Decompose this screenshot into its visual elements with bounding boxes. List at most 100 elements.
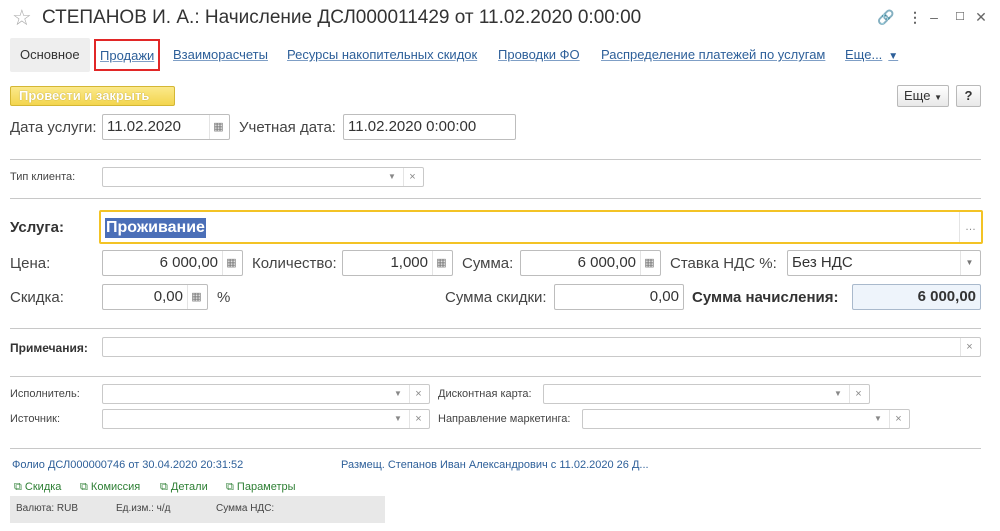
discount-card-label: Дисконтная карта: bbox=[438, 388, 532, 400]
price-value: 6 000,00 bbox=[159, 254, 218, 271]
open-link-icon: ⧉ bbox=[160, 481, 168, 493]
marketing-field[interactable]: ▼ × bbox=[582, 409, 910, 429]
details-action[interactable]: ⧉ Детали bbox=[160, 480, 208, 494]
close-icon[interactable]: ✕ bbox=[971, 8, 991, 26]
source-field[interactable]: ▼ × bbox=[102, 409, 430, 429]
discount-label: Скидка: bbox=[10, 289, 64, 306]
tab-more[interactable]: Еще... ▼ bbox=[845, 38, 898, 72]
account-date-field[interactable]: 11.02.2020 0:00:00 bbox=[343, 114, 516, 140]
divider bbox=[10, 448, 981, 449]
discount-action[interactable]: ⧉ Скидка bbox=[14, 480, 61, 494]
tab-settlements[interactable]: Взаиморасчеты bbox=[173, 38, 268, 72]
tab-payment-distribution[interactable]: Распределение платежей по услугам bbox=[601, 38, 825, 72]
open-link-icon: ⧉ bbox=[14, 481, 22, 493]
executor-field[interactable]: ▼ × bbox=[102, 384, 430, 404]
discount-value: 0,00 bbox=[153, 288, 183, 305]
source-label: Источник: bbox=[10, 413, 61, 425]
tab-main[interactable]: Основное bbox=[10, 38, 90, 72]
dropdown-arrow-icon[interactable]: ▼ bbox=[869, 410, 887, 428]
vat-sum-info: Сумма НДС: bbox=[216, 503, 275, 514]
quantity-value: 1,000 bbox=[390, 254, 428, 271]
client-type-field[interactable]: ▼ × bbox=[102, 167, 424, 187]
maximize-icon[interactable]: ☐ bbox=[950, 8, 970, 26]
discount-action-label: Скидка bbox=[24, 481, 62, 493]
select-icon[interactable]: … bbox=[959, 212, 981, 242]
open-link-icon: ⧉ bbox=[226, 481, 234, 493]
open-link-icon: ⧉ bbox=[80, 481, 88, 493]
price-label: Цена: bbox=[10, 255, 51, 272]
more-button[interactable]: Еще ▼ bbox=[897, 85, 949, 107]
sum-field[interactable]: 6 000,00 ▦ bbox=[520, 250, 661, 276]
discount-unit: % bbox=[217, 289, 231, 306]
tab-sales[interactable]: Продажи bbox=[94, 39, 161, 71]
favorite-star-icon[interactable]: ☆ bbox=[12, 6, 32, 30]
vat-rate-value: Без НДС bbox=[792, 254, 853, 271]
placement-link[interactable]: Размещ. Степанов Иван Александрович с 11… bbox=[341, 458, 649, 472]
service-date-label: Дата услуги: bbox=[10, 119, 97, 136]
tab-discount-resources[interactable]: Ресурсы накопительных скидок bbox=[287, 38, 477, 72]
notes-label: Примечания: bbox=[10, 341, 88, 355]
commission-action-label: Комиссия bbox=[90, 481, 141, 493]
window-title: СТЕПАНОВ И. А.: Начисление ДСЛ000011429 … bbox=[42, 7, 642, 28]
footer-info-bar: Валюта: RUB Ед.изм.: ч/д Сумма НДС: bbox=[10, 496, 385, 523]
client-type-label: Тип клиента: bbox=[10, 171, 76, 183]
more-button-label: Еще bbox=[904, 88, 931, 103]
sum-value: 6 000,00 bbox=[577, 254, 636, 271]
parameters-action-label: Параметры bbox=[236, 481, 296, 493]
calculator-icon[interactable]: ▦ bbox=[187, 285, 205, 309]
quantity-label: Количество: bbox=[252, 255, 337, 272]
dropdown-arrow-icon[interactable]: ▼ bbox=[383, 168, 401, 186]
dropdown-arrow-icon[interactable]: ▼ bbox=[389, 385, 407, 403]
marketing-label: Направление маркетинга: bbox=[438, 413, 571, 425]
account-date-label: Учетная дата: bbox=[239, 119, 336, 136]
discount-sum-field[interactable]: 0,00 bbox=[554, 284, 684, 310]
charge-sum-label: Сумма начисления: bbox=[692, 289, 839, 306]
quantity-field[interactable]: 1,000 ▦ bbox=[342, 250, 453, 276]
help-button[interactable]: ? bbox=[956, 85, 981, 107]
notes-field[interactable]: × bbox=[102, 337, 981, 357]
discount-sum-label: Сумма скидки: bbox=[445, 289, 547, 306]
vat-rate-label: Ставка НДС %: bbox=[670, 255, 777, 272]
clear-icon[interactable]: × bbox=[409, 385, 427, 403]
divider bbox=[10, 376, 981, 377]
service-value: Проживание bbox=[105, 218, 206, 238]
discount-field[interactable]: 0,00 ▦ bbox=[102, 284, 208, 310]
unit-info: Ед.изм.: ч/д bbox=[116, 503, 171, 514]
parameters-action[interactable]: ⧉ Параметры bbox=[226, 480, 296, 494]
currency-info: Валюта: RUB bbox=[16, 503, 79, 514]
executor-label: Исполнитель: bbox=[10, 388, 80, 400]
divider bbox=[10, 198, 981, 199]
more-vertical-icon[interactable]: ⋮ bbox=[905, 8, 925, 26]
details-action-label: Детали bbox=[170, 481, 208, 493]
calculator-icon[interactable]: ▦ bbox=[640, 251, 658, 275]
service-field[interactable]: Проживание … bbox=[99, 210, 983, 244]
clear-icon[interactable]: × bbox=[889, 410, 907, 428]
minimize-icon[interactable]: – bbox=[924, 8, 944, 26]
clear-icon[interactable]: × bbox=[849, 385, 867, 403]
discount-card-field[interactable]: ▼ × bbox=[543, 384, 870, 404]
price-field[interactable]: 6 000,00 ▦ bbox=[102, 250, 243, 276]
dropdown-arrow-icon[interactable]: ▼ bbox=[960, 251, 978, 275]
folio-link[interactable]: Фолио ДСЛ000000746 от 30.04.2020 20:31:5… bbox=[12, 458, 243, 472]
divider bbox=[10, 159, 981, 160]
service-date-value: 11.02.2020 bbox=[107, 118, 181, 135]
calculator-icon[interactable]: ▦ bbox=[222, 251, 240, 275]
calendar-icon[interactable]: ▦ bbox=[209, 115, 227, 139]
chevron-down-icon: ▼ bbox=[888, 51, 899, 62]
tab-more-label: Еще... bbox=[845, 47, 883, 62]
dropdown-arrow-icon[interactable]: ▼ bbox=[389, 410, 407, 428]
link-icon[interactable]: 🔗 bbox=[876, 8, 896, 26]
clear-icon[interactable]: × bbox=[409, 410, 427, 428]
charge-sum-field: 6 000,00 bbox=[852, 284, 981, 310]
service-label: Услуга: bbox=[10, 219, 64, 236]
calculator-icon[interactable]: ▦ bbox=[432, 251, 450, 275]
vat-rate-select[interactable]: Без НДС ▼ bbox=[787, 250, 981, 276]
commission-action[interactable]: ⧉ Комиссия bbox=[80, 480, 140, 494]
sum-label: Сумма: bbox=[462, 255, 514, 272]
tab-postings[interactable]: Проводки ФО bbox=[498, 38, 580, 72]
clear-icon[interactable]: × bbox=[960, 338, 978, 356]
service-date-field[interactable]: 11.02.2020 ▦ bbox=[102, 114, 230, 140]
post-and-close-button[interactable]: Провести и закрыть bbox=[10, 86, 175, 106]
dropdown-arrow-icon[interactable]: ▼ bbox=[829, 385, 847, 403]
clear-icon[interactable]: × bbox=[403, 168, 421, 186]
